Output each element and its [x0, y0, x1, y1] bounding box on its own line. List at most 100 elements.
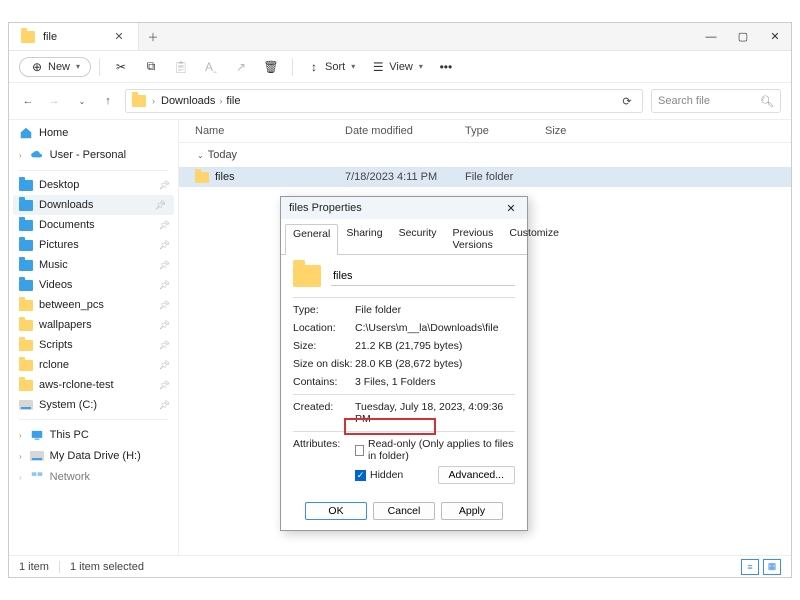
col-size[interactable]: Size [545, 125, 605, 137]
maximize-button[interactable]: ▢ [727, 23, 759, 50]
chevron-right-icon: › [219, 96, 222, 106]
group-header[interactable]: ⌄Today [179, 143, 791, 167]
nav-forward-button[interactable]: → [45, 95, 63, 107]
refresh-button[interactable]: ⟳ [618, 95, 636, 108]
sidebar-item-desktop[interactable]: Desktop📌︎ [9, 175, 178, 195]
cancel-button[interactable]: Cancel [373, 502, 435, 520]
col-name[interactable]: Name [195, 125, 345, 137]
cut-button[interactable]: ✂ [108, 57, 134, 77]
sidebar-network[interactable]: ›Network [9, 466, 178, 488]
sidebar-item-documents[interactable]: Documents📌︎ [9, 215, 178, 235]
readonly-checkbox[interactable]: Read-only (Only applies to files in fold… [355, 438, 515, 462]
tab-security[interactable]: Security [391, 223, 445, 254]
paste-button[interactable]: 📋︎ [168, 57, 194, 77]
network-icon [30, 470, 44, 484]
apply-button[interactable]: Apply [441, 502, 503, 520]
new-tab-button[interactable]: ＋ [139, 23, 167, 50]
sidebar-personal[interactable]: › User - Personal [9, 144, 178, 166]
folder-icon [19, 380, 33, 391]
sidebar-drive-h[interactable]: ›My Data Drive (H:) [9, 446, 178, 466]
breadcrumb-item[interactable]: Downloads [161, 95, 215, 107]
sort-button[interactable]: ↕ Sort ▾ [301, 57, 361, 77]
created-value: Tuesday, July 18, 2023, 4:09:36 PM [355, 401, 515, 425]
file-row[interactable]: files 7/18/2023 4:11 PM File folder [179, 167, 791, 187]
icons-view-button[interactable]: ▦ [763, 559, 781, 575]
pin-icon: 📌︎ [159, 340, 170, 351]
delete-button[interactable]: 🗑︎ [258, 57, 284, 77]
share-icon: ↗ [234, 60, 248, 74]
tab-previous-versions[interactable]: Previous Versions [445, 223, 502, 254]
nav-sidebar: Home › User - Personal Desktop📌︎ Downloa… [9, 120, 179, 555]
address-bar[interactable]: › Downloads › file ⟳ [125, 89, 643, 113]
pin-icon: 📌︎ [159, 220, 170, 231]
chevron-right-icon: › [152, 96, 155, 106]
more-button[interactable]: ••• [433, 57, 459, 77]
sidebar-item-folder[interactable]: rclone📌︎ [9, 355, 178, 375]
contains-value: 3 Files, 1 Folders [355, 376, 515, 388]
pin-icon: 📌︎ [159, 240, 170, 251]
documents-icon [19, 220, 33, 231]
nav-back-button[interactable]: ← [19, 95, 37, 107]
sidebar-item-folder[interactable]: between_pcs📌︎ [9, 295, 178, 315]
pin-icon: 📌︎ [159, 320, 170, 331]
chevron-right-icon: › [19, 473, 22, 482]
pin-icon: 📌︎ [159, 280, 170, 291]
chevron-right-icon: › [19, 151, 22, 160]
rename-button[interactable]: Aˍ [198, 57, 224, 77]
item-count: 1 item [19, 561, 49, 573]
sidebar-this-pc[interactable]: ›This PC [9, 424, 178, 446]
folder-icon [293, 265, 321, 287]
new-button[interactable]: ⊕ New ▾ [19, 57, 91, 77]
pin-icon: 📌︎ [159, 380, 170, 391]
address-bar-row: ← → ⌄ ↑ › Downloads › file ⟳ Search file… [9, 83, 791, 120]
properties-dialog: files Properties ✕ General Sharing Secur… [280, 196, 528, 531]
pictures-icon [19, 240, 33, 251]
pc-icon [30, 428, 44, 442]
nav-up-button[interactable]: ↑ [99, 95, 117, 107]
name-field[interactable] [331, 267, 515, 286]
sidebar-item-videos[interactable]: Videos📌︎ [9, 275, 178, 295]
sidebar-home[interactable]: Home [9, 122, 178, 144]
view-icon: ☰ [371, 60, 385, 74]
copy-icon: ⧉ [144, 60, 158, 74]
sidebar-item-system-c[interactable]: System (C:)📌︎ [9, 395, 178, 415]
new-button-label: New [48, 61, 70, 73]
sidebar-item-folder[interactable]: Scripts📌︎ [9, 335, 178, 355]
size-on-disk-value: 28.0 KB (28,672 bytes) [355, 358, 515, 370]
col-date[interactable]: Date modified [345, 125, 465, 137]
sidebar-item-pictures[interactable]: Pictures📌︎ [9, 235, 178, 255]
tab-sharing[interactable]: Sharing [338, 223, 390, 254]
sidebar-item-music[interactable]: Music📌︎ [9, 255, 178, 275]
folder-icon [19, 340, 33, 351]
download-icon [19, 200, 33, 211]
minimize-button[interactable]: — [695, 23, 727, 50]
sort-label: Sort [325, 61, 345, 73]
breadcrumb-item[interactable]: file [226, 95, 240, 107]
status-bar: 1 item 1 item selected ≡ ▦ [9, 555, 791, 577]
dialog-titlebar[interactable]: files Properties ✕ [281, 197, 527, 219]
hidden-checkbox[interactable]: ✓Hidden [355, 469, 403, 481]
music-icon [19, 260, 33, 271]
folder-icon [19, 360, 33, 371]
tab-close-icon[interactable]: ✕ [112, 30, 126, 43]
window-close-button[interactable]: ✕ [759, 23, 791, 50]
sidebar-item-downloads[interactable]: Downloads📌︎ [13, 195, 174, 215]
share-button[interactable]: ↗ [228, 57, 254, 77]
window-tab[interactable]: file ✕ [9, 23, 139, 50]
view-button[interactable]: ☰ View ▾ [365, 57, 429, 77]
sidebar-item-folder[interactable]: aws-rclone-test📌︎ [9, 375, 178, 395]
folder-icon [19, 300, 33, 311]
details-view-button[interactable]: ≡ [741, 559, 759, 575]
tab-general[interactable]: General [285, 224, 338, 255]
copy-button[interactable]: ⧉ [138, 57, 164, 77]
ok-button[interactable]: OK [305, 502, 367, 520]
sidebar-item-folder[interactable]: wallpapers📌︎ [9, 315, 178, 335]
advanced-button[interactable]: Advanced... [438, 466, 515, 484]
tab-customize[interactable]: Customize [501, 223, 567, 254]
dialog-close-button[interactable]: ✕ [503, 202, 519, 215]
nav-history-button[interactable]: ⌄ [73, 97, 91, 106]
chevron-down-icon: ▾ [76, 62, 80, 71]
search-input[interactable]: Search file 🔍︎ [651, 89, 781, 113]
pin-icon: 📌︎ [159, 360, 170, 371]
col-type[interactable]: Type [465, 125, 545, 137]
